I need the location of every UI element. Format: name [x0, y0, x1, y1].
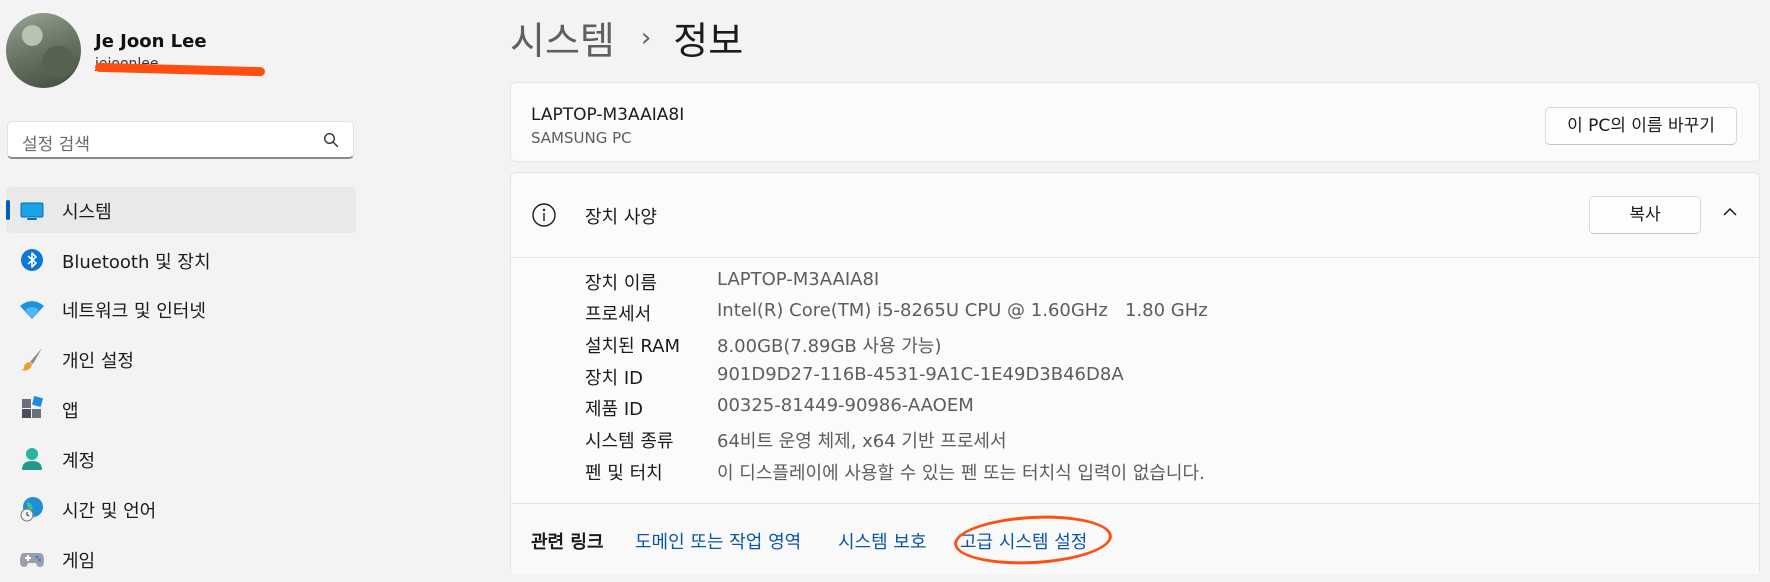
sidebar-item-network[interactable]: 네트워크 및 인터넷	[6, 286, 356, 332]
pc-model: SAMSUNG PC	[531, 129, 632, 147]
sidebar-item-label: 시간 및 언어	[62, 501, 157, 522]
info-icon	[532, 203, 556, 227]
sidebar-item-accounts[interactable]: 계정	[6, 436, 356, 482]
avatar[interactable]	[6, 13, 81, 88]
device-specs-card: 장치 사양 복사 장치 이름 LAPTOP-M3AAIA8I 프로세서 Inte…	[510, 172, 1760, 574]
sidebar-item-personalization[interactable]: 개인 설정	[6, 336, 356, 382]
chevron-up-icon[interactable]	[1721, 203, 1739, 221]
sidebar-item-label: 앱	[62, 401, 79, 422]
breadcrumb-separator: ›	[640, 22, 652, 53]
spec-key: 장치 ID	[585, 368, 644, 389]
spec-value: 64비트 운영 체제, x64 기반 프로세서	[717, 431, 1007, 452]
breadcrumb: 시스템 › 정보	[510, 10, 743, 63]
spec-key: 장치 이름	[585, 273, 657, 294]
pc-name: LAPTOP-M3AAIA8I	[531, 105, 685, 125]
related-links-title: 관련 링크	[531, 532, 604, 553]
sidebar-item-label: 네트워크 및 인터넷	[62, 301, 206, 322]
sidebar-item-label: 계정	[62, 451, 96, 472]
sidebar-item-label: 게임	[62, 551, 96, 572]
sidebar-item-label: Bluetooth 및 장치	[62, 252, 211, 273]
spec-key: 펜 및 터치	[585, 463, 663, 484]
spec-key: 제품 ID	[585, 399, 644, 420]
sidebar-item-gaming[interactable]: 게임	[6, 536, 356, 582]
bluetooth-icon	[21, 249, 43, 271]
spec-value: LAPTOP-M3AAIA8I	[717, 269, 880, 290]
sidebar-item-apps[interactable]: 앱	[6, 386, 356, 432]
device-specs-header[interactable]: 장치 사양 복사	[511, 173, 1759, 258]
spec-key: 설치된 RAM	[585, 336, 681, 357]
spec-value: 901D9D27-116B-4531-9A1C-1E49D3B46D8A	[717, 364, 1124, 385]
sidebar-item-label: 개인 설정	[62, 351, 134, 372]
redaction-mark	[94, 62, 266, 77]
spec-value: Intel(R) Core(TM) i5-8265U CPU @ 1.60GHz…	[717, 300, 1208, 321]
related-links: 관련 링크 도메인 또는 작업 영역 시스템 보호 고급 시스템 설정	[511, 503, 1759, 574]
device-specs-title: 장치 사양	[585, 207, 657, 228]
search-icon[interactable]	[323, 132, 339, 148]
link-system-protection[interactable]: 시스템 보호	[838, 528, 927, 554]
annotation-circle	[952, 511, 1114, 569]
sidebar-item-system[interactable]: 시스템	[6, 187, 356, 233]
copy-button[interactable]: 복사	[1589, 196, 1701, 234]
spec-value: 8.00GB(7.89GB 사용 가능)	[717, 336, 942, 357]
active-indicator	[6, 200, 10, 220]
system-icon	[20, 202, 44, 220]
search-placeholder: 설정 검색	[22, 135, 90, 155]
account-icon	[22, 448, 42, 470]
spec-value: 이 디스플레이에 사용할 수 있는 펜 또는 터치식 입력이 없습니다.	[717, 463, 1205, 484]
globe-clock-icon	[20, 497, 43, 522]
breadcrumb-parent[interactable]: 시스템	[510, 10, 615, 65]
spec-key: 프로세서	[585, 304, 652, 325]
pc-name-card: LAPTOP-M3AAIA8I SAMSUNG PC 이 PC의 이름 바꾸기	[510, 82, 1760, 162]
wifi-icon	[20, 301, 44, 319]
spec-value: 00325-81449-90986-AAOEM	[717, 395, 974, 416]
search-input[interactable]: 설정 검색	[7, 121, 354, 159]
brush-icon	[21, 348, 42, 371]
sidebar-item-bluetooth[interactable]: Bluetooth 및 장치	[6, 237, 356, 283]
sidebar-item-label: 시스템	[62, 202, 112, 223]
page-title: 정보	[673, 19, 744, 63]
rename-pc-button[interactable]: 이 PC의 이름 바꾸기	[1545, 107, 1737, 145]
apps-icon	[22, 395, 44, 418]
gamepad-icon	[20, 553, 44, 567]
sidebar-item-time-language[interactable]: 시간 및 언어	[6, 486, 356, 532]
spec-key: 시스템 종류	[585, 431, 674, 452]
user-profile[interactable]: Je Joon Lee jejoonlee	[6, 13, 366, 93]
link-domain-workgroup[interactable]: 도메인 또는 작업 영역	[635, 528, 801, 554]
user-name: Je Joon Lee	[95, 31, 207, 52]
